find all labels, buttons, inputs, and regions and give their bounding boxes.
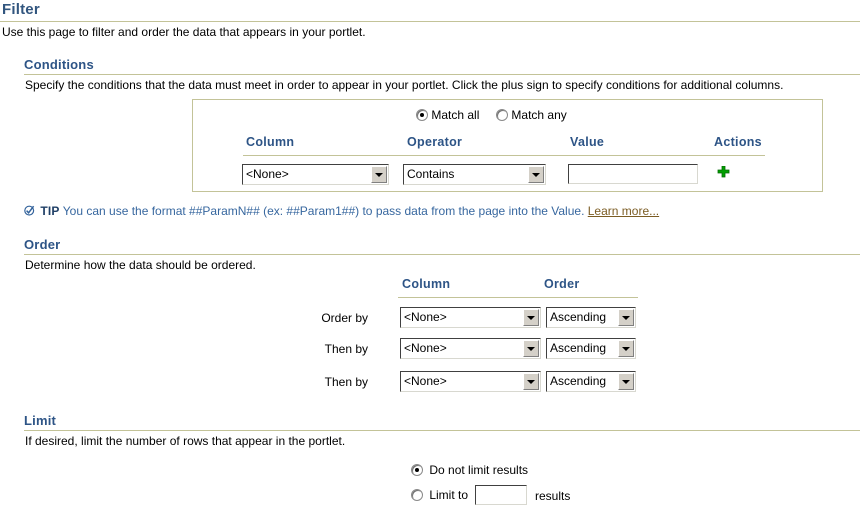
order-col-header-column: Column: [402, 277, 451, 291]
no-limit-label: Do not limit results: [429, 463, 529, 477]
conditions-heading-rule: [24, 74, 860, 75]
chevron-down-icon[interactable]: [618, 340, 634, 357]
then-by-1-direction-select[interactable]: Ascending: [546, 338, 636, 359]
limit-description: If desired, limit the number of rows tha…: [25, 434, 346, 448]
then-by-2-column-select[interactable]: <None>: [400, 371, 541, 392]
page-intro: Use this page to filter and order the da…: [2, 25, 366, 39]
then-by-2-column-value: <None>: [404, 374, 447, 388]
limit-heading: Limit: [24, 413, 57, 428]
order-by-direction-value: Ascending: [550, 310, 607, 324]
page-title: Filter: [2, 1, 40, 18]
learn-more-link[interactable]: Learn more...: [588, 204, 659, 218]
limit-option-limit-to[interactable]: Limit to: [411, 488, 468, 502]
order-by-direction-select[interactable]: Ascending: [546, 307, 636, 328]
limit-to-input[interactable]: [475, 485, 527, 505]
tip-line: TIP You can use the format ##ParamN## (e…: [24, 204, 659, 218]
tip-text: You can use the format ##ParamN## (ex: #…: [62, 204, 585, 218]
order-by-column-select[interactable]: <None>: [400, 307, 541, 328]
limit-to-label: Limit to: [429, 488, 469, 502]
order-description: Determine how the data should be ordered…: [25, 258, 256, 272]
limit-option-no-limit[interactable]: Do not limit results: [411, 463, 528, 477]
chevron-down-icon[interactable]: [523, 309, 539, 326]
order-col-header-order: Order: [544, 277, 580, 291]
match-all-label: Match all: [431, 108, 480, 122]
tip-label: TIP: [40, 204, 60, 218]
then-by-1-direction-value: Ascending: [550, 341, 607, 355]
match-any-radio[interactable]: [496, 109, 509, 121]
match-all-radio-wrap[interactable]: Match all: [416, 108, 483, 122]
plus-icon[interactable]: [717, 165, 730, 179]
check-circle-icon: [24, 205, 35, 216]
conditions-heading: Conditions: [24, 57, 94, 72]
limit-heading-rule: [24, 430, 860, 431]
conditions-panel: Match all Match any Column Operator Valu…: [192, 99, 823, 192]
conditions-description: Specify the conditions that the data mus…: [25, 78, 784, 92]
chevron-down-icon[interactable]: [618, 309, 634, 326]
order-header-rule: [398, 297, 638, 298]
order-row-label: Order by: [321, 311, 368, 325]
match-all-radio[interactable]: [416, 109, 428, 121]
conditions-header-rule: [243, 155, 765, 156]
condition-column-value: <None>: [246, 167, 289, 181]
order-row-label: Then by: [324, 375, 368, 389]
order-row-label: Then by: [324, 342, 368, 356]
chevron-down-icon[interactable]: [523, 373, 539, 390]
then-by-1-column-select[interactable]: <None>: [400, 338, 541, 359]
chevron-down-icon[interactable]: [528, 166, 544, 183]
condition-operator-value: Contains: [407, 167, 455, 181]
condition-operator-select[interactable]: Contains: [403, 164, 546, 185]
order-heading-rule: [24, 254, 860, 255]
match-mode-group: Match all Match any: [416, 108, 567, 122]
conditions-col-header-operator: Operator: [407, 135, 463, 149]
chevron-down-icon[interactable]: [371, 166, 387, 183]
chevron-down-icon[interactable]: [618, 373, 634, 390]
conditions-col-header-column: Column: [246, 135, 295, 149]
order-by-column-value: <None>: [404, 310, 447, 324]
conditions-col-header-value: Value: [570, 135, 605, 149]
then-by-2-direction-select[interactable]: Ascending: [546, 371, 636, 392]
order-heading: Order: [24, 237, 61, 252]
conditions-col-header-actions: Actions: [714, 135, 762, 149]
then-by-2-direction-value: Ascending: [550, 374, 607, 388]
match-any-label: Match any: [511, 108, 567, 122]
page-title-rule: [0, 21, 860, 22]
filter-page: Filter Use this page to filter and order…: [0, 0, 860, 508]
then-by-1-column-value: <None>: [404, 341, 447, 355]
chevron-down-icon[interactable]: [523, 340, 539, 357]
condition-value-input[interactable]: [568, 164, 698, 184]
match-any-radio-wrap[interactable]: Match any: [496, 108, 567, 122]
limit-to-radio[interactable]: [411, 489, 423, 501]
no-limit-radio[interactable]: [411, 464, 423, 476]
limit-to-suffix: results: [535, 489, 571, 503]
condition-column-select[interactable]: <None>: [242, 164, 389, 185]
